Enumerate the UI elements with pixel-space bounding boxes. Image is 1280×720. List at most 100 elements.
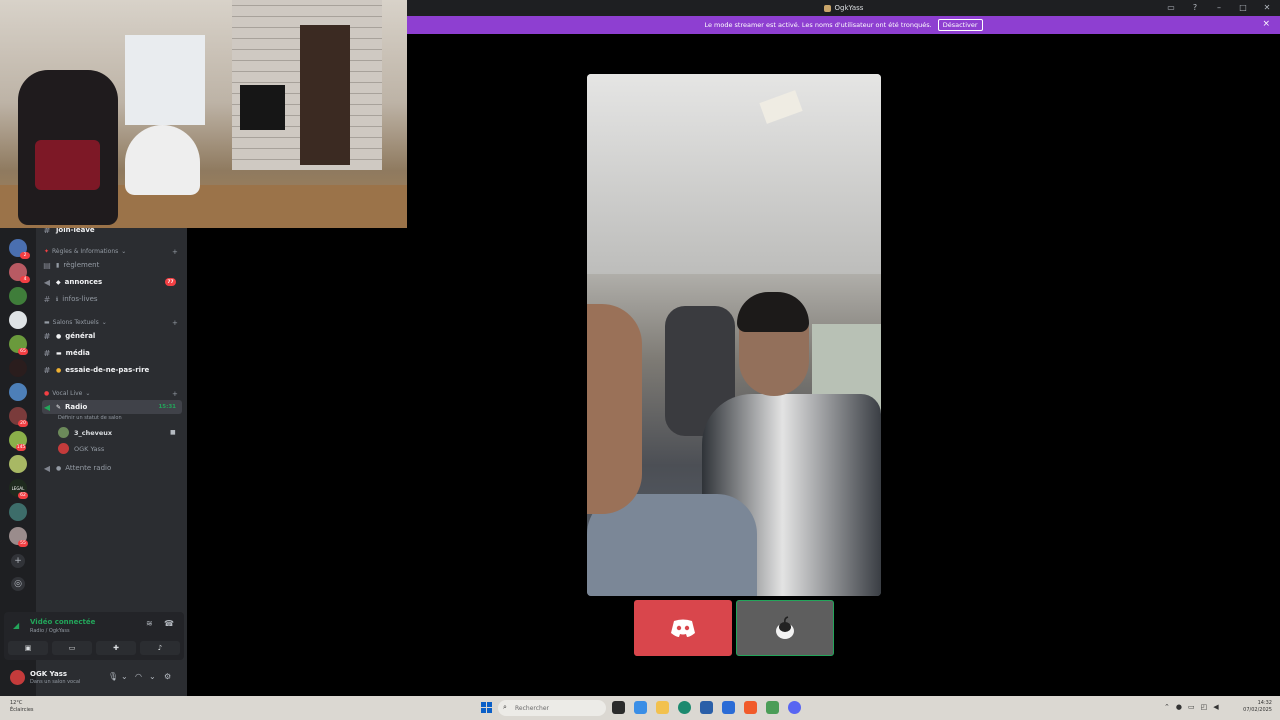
date: 07/02/2025 <box>1243 707 1272 713</box>
close-window-button[interactable]: ✕ <box>1260 3 1274 12</box>
edge-icon[interactable] <box>678 701 691 714</box>
headset-icon[interactable]: ◠ <box>135 672 142 681</box>
banner-message: Le mode streamer est activé. Les noms d'… <box>704 21 932 29</box>
channel-name: général <box>65 332 96 340</box>
file-explorer-icon[interactable] <box>656 701 669 714</box>
avatar[interactable] <box>10 670 25 685</box>
copilot-icon[interactable] <box>634 701 647 714</box>
soundboard-button[interactable]: ♪ <box>140 641 180 655</box>
set-channel-status[interactable]: Définir un statut de salon <box>58 415 122 421</box>
chevron-down-icon[interactable]: ⌄ <box>121 672 128 681</box>
disconnect-icon[interactable]: ☎ <box>164 619 174 628</box>
chevron-down-icon[interactable]: ⌄ <box>149 672 156 681</box>
weather-condition: Éclaircies <box>10 707 34 713</box>
voice-channel-radio[interactable]: ◀ ✎ Radio 15:31 <box>42 400 182 414</box>
voice-user-name: 3_cheveux <box>74 428 113 437</box>
category-label: Salons Textuels <box>52 319 99 326</box>
rules-icon: ▤ <box>43 260 51 270</box>
category-vocal[interactable]: ● Vocal Live ⌄ + <box>44 390 178 398</box>
chevron-up-icon[interactable]: ⌃ <box>1164 703 1170 711</box>
banner-close-icon[interactable]: × <box>1262 19 1270 29</box>
brave-icon[interactable] <box>744 701 757 714</box>
start-button[interactable] <box>481 702 492 713</box>
disable-streamer-button[interactable]: Désactiver <box>937 19 983 31</box>
noise-suppression-icon[interactable]: ≋ <box>146 619 153 628</box>
participant-tile[interactable] <box>634 600 732 656</box>
microphone-icon[interactable]: 🎙︎ <box>108 672 118 681</box>
camera-off-button[interactable]: ▣ <box>8 641 48 655</box>
hash-icon: # <box>43 331 51 341</box>
voice-user[interactable]: OGK Yass <box>58 443 104 454</box>
mail-icon[interactable] <box>722 701 735 714</box>
window-title: OgkYass <box>834 4 864 12</box>
chevron-down-icon: ⌄ <box>85 390 91 397</box>
server-icon[interactable] <box>9 383 27 401</box>
weather-widget[interactable]: 12°C Éclaircies <box>10 700 34 714</box>
screen-share-button[interactable]: ▭ <box>52 641 92 655</box>
channel-infos-lives[interactable]: # ℹ infos-lives <box>42 292 182 306</box>
server-icon[interactable] <box>9 311 27 329</box>
clock[interactable]: 14:32 07/02/2025 <box>1236 700 1272 714</box>
maximize-button[interactable]: □ <box>1236 3 1250 12</box>
room-window <box>125 35 205 125</box>
voice-connection-panel: ◢ Vidéo connectée Radio / OgkYass ≋ ☎ ▣ … <box>4 612 184 660</box>
add-channel-icon[interactable]: + <box>172 248 178 256</box>
camera-icon: ■ <box>170 429 176 436</box>
add-channel-icon[interactable]: + <box>172 319 178 327</box>
help-icon[interactable]: ? <box>1188 3 1202 12</box>
activities-button[interactable]: ✚ <box>96 641 136 655</box>
megaphone-emoji-icon: ◆ <box>56 278 61 286</box>
server-icon[interactable] <box>9 455 27 473</box>
channel-name: média <box>65 349 90 357</box>
discord-icon <box>671 619 695 637</box>
discord-taskbar-icon[interactable] <box>788 701 801 714</box>
channel-reglement[interactable]: ▤ ▮ règlement <box>42 258 182 272</box>
microphone-tray-icon[interactable]: ● <box>1176 703 1182 711</box>
gaming-chair-accent <box>35 140 100 190</box>
inbox-icon[interactable]: ▭ <box>1164 3 1178 12</box>
speaker-icon: ◀ <box>43 402 51 412</box>
network-icon[interactable]: ◰ <box>1201 703 1208 711</box>
display-icon[interactable]: ▭ <box>1188 703 1195 711</box>
main-video-feed[interactable] <box>587 74 881 596</box>
add-server-icon[interactable]: + <box>11 554 25 568</box>
voice-location[interactable]: Radio / OgkYass <box>30 628 70 634</box>
taskbar-search[interactable]: ⌕ Rechercher <box>498 700 606 716</box>
channel-annonces[interactable]: ◀ ◆ annonces 77 <box>42 275 182 289</box>
signal-icon[interactable]: ◢ <box>13 621 19 630</box>
streamer-mode-banner: Le mode streamer est activé. Les noms d'… <box>407 16 1280 34</box>
car-roof <box>587 74 881 274</box>
server-badge: 145 <box>16 444 26 451</box>
channel-general[interactable]: # ● général <box>42 329 182 343</box>
category-rules[interactable]: ✦ Règles & Informations ⌄ + <box>44 248 178 256</box>
server-icon[interactable] <box>9 503 27 521</box>
voice-timer: 15:31 <box>158 404 176 410</box>
participant-tile-active[interactable] <box>736 600 834 656</box>
info-icon: ℹ <box>56 295 59 303</box>
channel-name: essaie-de-ne-pas-rire <box>65 366 150 374</box>
server-badge: 2 <box>20 252 30 259</box>
task-view-icon[interactable] <box>612 701 625 714</box>
server-badge: 20 <box>18 420 28 427</box>
voice-channel-attente[interactable]: ◀ ● Attente radio <box>42 461 182 475</box>
explore-servers-icon[interactable]: ◎ <box>11 577 25 591</box>
hash-icon: # <box>43 365 51 375</box>
server-icon[interactable] <box>9 287 27 305</box>
pin-icon: ✦ <box>44 248 50 255</box>
app-icon <box>823 4 831 12</box>
add-channel-icon[interactable]: + <box>172 390 178 398</box>
volume-icon[interactable]: ◀ <box>1213 703 1218 711</box>
store-icon[interactable] <box>700 701 713 714</box>
server-icon[interactable] <box>9 359 27 377</box>
minimize-button[interactable]: – <box>1212 3 1226 12</box>
channel-media[interactable]: # ▬ média <box>42 346 182 360</box>
category-label: Vocal Live <box>52 390 83 397</box>
app-icon[interactable] <box>766 701 779 714</box>
channel-essaie[interactable]: # ● essaie-de-ne-pas-rire <box>42 363 182 377</box>
title-bar: OgkYass ▭ ? – □ ✕ <box>407 0 1280 16</box>
voice-user[interactable]: 3_cheveux ■ <box>58 427 176 438</box>
user-panel: OGK Yass Dans un salon vocal 🎙︎ ⌄ ◠ ⌄ ⚙ <box>4 662 184 694</box>
category-text[interactable]: ▬ Salons Textuels ⌄ + <box>44 319 178 327</box>
window-controls: ▭ ? – □ ✕ <box>1164 3 1274 12</box>
gear-icon[interactable]: ⚙ <box>164 672 171 681</box>
